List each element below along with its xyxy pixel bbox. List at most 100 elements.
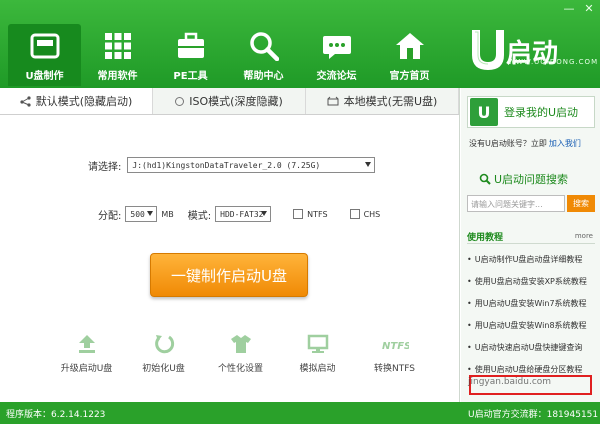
nav-label: U盘制作: [25, 71, 64, 82]
device-select[interactable]: J:(hd1)KingstonDataTraveler_2.0 (7.25G): [127, 157, 376, 173]
close-button[interactable]: ✕: [582, 2, 596, 15]
nav-help-center[interactable]: 帮助中心: [227, 24, 300, 86]
alloc-value: 500: [130, 209, 145, 219]
chevron-down-icon: [147, 211, 154, 216]
tab-default-mode[interactable]: 默认模式(隐藏启动): [0, 88, 153, 114]
monitor-icon: [307, 334, 328, 353]
nav-usb-make[interactable]: U盘制作: [8, 24, 81, 86]
tutorial-item[interactable]: 使用U盘启动盘安装XP系统教程: [467, 270, 599, 292]
qq-group-text: U启动官方交流群：181945151: [468, 410, 599, 420]
tool-label: 模拟启动: [299, 364, 336, 374]
tutorial-header: 使用教程 more: [467, 230, 595, 244]
chs-label: CHS: [363, 209, 381, 219]
ntfs-checkbox[interactable]: [293, 209, 304, 219]
share-icon: [20, 95, 31, 107]
uqidong-logo: 启动: [472, 30, 558, 70]
mode-label: 模式:: [187, 210, 212, 222]
mode-tabs: 默认模式(隐藏启动) ISO模式(深度隐藏) 本地模式(无需U盘): [0, 88, 459, 115]
ntfs-icon: NTFS: [382, 341, 409, 352]
magnifier-icon: [479, 173, 491, 185]
chevron-down-icon: [261, 211, 268, 216]
tab-label: 本地模式(无需U盘): [343, 95, 438, 108]
nav-label: PE工具: [173, 71, 208, 82]
tutorial-item[interactable]: 用U启动U盘安装Win8系统教程: [467, 314, 599, 336]
tab-iso-mode[interactable]: ISO模式(深度隐藏): [153, 88, 306, 114]
drive-icon: [327, 96, 339, 106]
tool-convert-ntfs[interactable]: NTFS 转换NTFS: [356, 333, 433, 374]
tutorial-title: 使用教程: [467, 233, 504, 243]
chs-checkbox[interactable]: [349, 209, 360, 219]
register-prompt: 没有U启动账号？立即 加入我们: [469, 138, 581, 149]
tutorial-item[interactable]: U启动快速启动U盘快捷键查询: [467, 336, 599, 358]
options-row: 分配: 500 MB 模式: HDD-FAT32 NTFS CHS: [98, 206, 380, 222]
tutorial-list: U启动制作U盘启动盘详细教程 使用U盘启动盘安装XP系统教程 用U启动U盘安装W…: [467, 248, 599, 380]
watermark: jingyan.baidu.com: [468, 377, 552, 387]
join-link[interactable]: 加入我们: [549, 139, 581, 148]
mode-select[interactable]: HDD-FAT32: [215, 206, 272, 222]
usb-drive-icon: [30, 33, 59, 59]
search-title: U启动问题搜索: [479, 171, 568, 187]
nav-label: 交流论坛: [316, 71, 357, 82]
refresh-icon: [154, 335, 174, 354]
nav-common-software[interactable]: 常用软件: [81, 24, 154, 86]
device-value: J:(hd1)KingstonDataTraveler_2.0 (7.25G): [132, 160, 321, 170]
ntfs-icon-text: NTFS: [382, 341, 409, 352]
tool-init[interactable]: 初始化U盘: [125, 333, 202, 374]
device-row: 请选择: J:(hd1)KingstonDataTraveler_2.0 (7.…: [88, 157, 376, 173]
toolbox-icon: [177, 32, 204, 58]
one-click-make-button[interactable]: 一键制作启动U盘: [150, 253, 308, 297]
tool-label: 升级启动U盘: [60, 364, 113, 374]
window-controls: — ✕: [562, 2, 596, 15]
chat-bubble-icon: [322, 36, 351, 59]
shirt-icon: [230, 335, 251, 353]
tool-personalize[interactable]: 个性化设置: [202, 333, 279, 374]
top-nav: U盘制作 常用软件 PE工具 帮助中心 交流论坛 官方首页: [8, 24, 446, 86]
tutorial-item[interactable]: U启动制作U盘启动盘详细教程: [467, 248, 599, 270]
nav-label: 官方首页: [389, 71, 430, 82]
tool-label: 转换NTFS: [374, 364, 415, 374]
nav-pe-tools[interactable]: PE工具: [154, 24, 227, 86]
search-placeholder: 请输入问题关键字...: [471, 200, 543, 209]
side-panel: U 登录我的U启动 没有U启动账号？立即 加入我们 U启动问题搜索 请输入问题关键…: [461, 88, 600, 402]
tab-label: 默认模式(隐藏启动): [35, 95, 133, 108]
version-text: 程序版本：6.2.14.1223: [6, 410, 106, 420]
upgrade-icon: [78, 335, 95, 353]
search-button[interactable]: 搜索: [567, 195, 595, 212]
alloc-label: 分配:: [98, 210, 122, 222]
header: — ✕ U盘制作 常用软件 PE工具 帮助中心 交流论坛 官方首页 启动 WWW…: [0, 0, 600, 88]
alloc-unit: MB: [161, 209, 174, 219]
mode-value: HDD-FAT32: [220, 209, 264, 219]
apps-grid-icon: [104, 33, 131, 59]
tool-upgrade[interactable]: 升级启动U盘: [48, 333, 125, 374]
login-button[interactable]: U 登录我的U启动: [467, 96, 595, 128]
tool-label: 初始化U盘: [142, 364, 185, 374]
tab-label: ISO模式(深度隐藏): [189, 95, 283, 108]
alloc-select[interactable]: 500: [125, 206, 158, 222]
chevron-down-icon: [365, 162, 372, 167]
tutorial-item[interactable]: 用U启动U盘安装Win7系统教程: [467, 292, 599, 314]
disc-icon: [175, 96, 185, 106]
minimize-button[interactable]: —: [562, 2, 576, 15]
u-logo-icon: U: [470, 98, 498, 126]
magnifier-icon: [249, 32, 279, 61]
device-label: 请选择:: [88, 161, 122, 173]
home-icon: [395, 33, 424, 59]
search-button-label: 搜索: [573, 199, 589, 208]
nav-forum[interactable]: 交流论坛: [300, 24, 373, 86]
status-bar: 程序版本：6.2.14.1223 U启动官方交流群：181945151: [0, 402, 600, 424]
search-title-label: U启动问题搜索: [494, 173, 569, 186]
ntfs-label: NTFS: [307, 209, 328, 219]
button-label: 一键制作启动U盘: [171, 266, 287, 285]
nav-label: 常用软件: [97, 71, 138, 82]
tool-label: 个性化设置: [217, 364, 263, 374]
no-account-text: 没有U启动账号？立即: [469, 139, 547, 148]
search-input[interactable]: 请输入问题关键字...: [467, 195, 565, 212]
nav-home[interactable]: 官方首页: [373, 24, 446, 86]
more-link[interactable]: more: [575, 232, 593, 240]
tool-bar: 升级启动U盘 初始化U盘 个性化设置 模拟启动 NTFS 转换NTFS: [48, 333, 433, 374]
login-label: 登录我的U启动: [504, 106, 579, 119]
app-window: — ✕ U盘制作 常用软件 PE工具 帮助中心 交流论坛 官方首页 启动 WWW…: [0, 0, 600, 424]
tab-local-mode[interactable]: 本地模式(无需U盘): [306, 88, 459, 114]
tool-simulate[interactable]: 模拟启动: [279, 333, 356, 374]
nav-label: 帮助中心: [243, 71, 284, 82]
